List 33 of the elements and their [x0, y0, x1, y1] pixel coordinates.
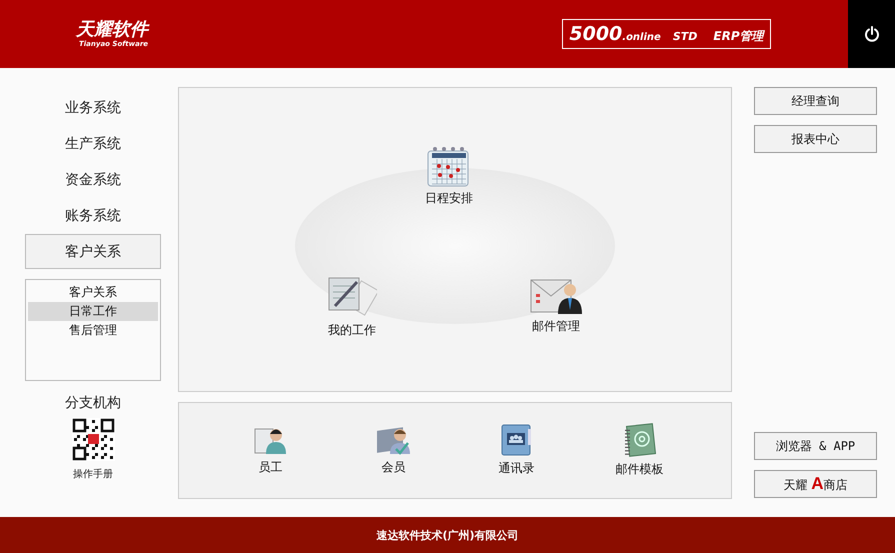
- company-name: 速达软件技术(广州)有限公司: [376, 528, 519, 542]
- sub-menu-item[interactable]: 客户关系: [28, 283, 158, 302]
- shortcut-item[interactable]: 通讯录: [482, 424, 552, 477]
- nav-item[interactable]: 生产系统: [25, 126, 161, 162]
- logo-text: 天耀软件: [76, 20, 148, 40]
- shortcut-item[interactable]: 员工: [236, 425, 306, 476]
- menu-button[interactable]: 报表中心: [754, 125, 877, 153]
- edition-suffix: .online: [622, 32, 661, 43]
- store-button[interactable]: 天耀 A商店: [754, 470, 877, 498]
- edition-number: 5000: [569, 23, 622, 45]
- nav-item[interactable]: 账务系统: [25, 198, 161, 234]
- shortcut-item[interactable]: 邮件模板: [604, 423, 674, 478]
- workflow-item[interactable]: 我的工作: [317, 274, 387, 339]
- menu-button[interactable]: 经理查询: [754, 87, 877, 115]
- shortcut-item[interactable]: 会员: [358, 425, 428, 476]
- power-icon: [864, 26, 880, 42]
- notebook-icon: [624, 423, 656, 457]
- browser-app-button[interactable]: 浏览器 & APP: [754, 432, 877, 460]
- nav-item[interactable]: 资金系统: [25, 162, 161, 198]
- nav-item[interactable]: 业务系统: [25, 90, 161, 126]
- qr-caption: 操作手册: [73, 468, 113, 481]
- sub-menu-item[interactable]: 售后管理: [28, 321, 158, 340]
- workflow-item[interactable]: 邮件管理: [521, 276, 591, 335]
- power-button[interactable]: [848, 0, 895, 68]
- qr-code-icon[interactable]: [72, 418, 114, 461]
- sub-menu-item[interactable]: 日常工作: [28, 302, 158, 321]
- branch-title[interactable]: 分支机构: [65, 394, 121, 412]
- address-book-icon: [500, 424, 532, 456]
- tier-label: STD: [672, 30, 698, 43]
- member-card-icon: [376, 425, 412, 455]
- product-name: ERP管理: [713, 28, 764, 45]
- workflow-item[interactable]: 日程安排: [414, 146, 484, 207]
- nav-item[interactable]: 客户关系: [25, 234, 161, 269]
